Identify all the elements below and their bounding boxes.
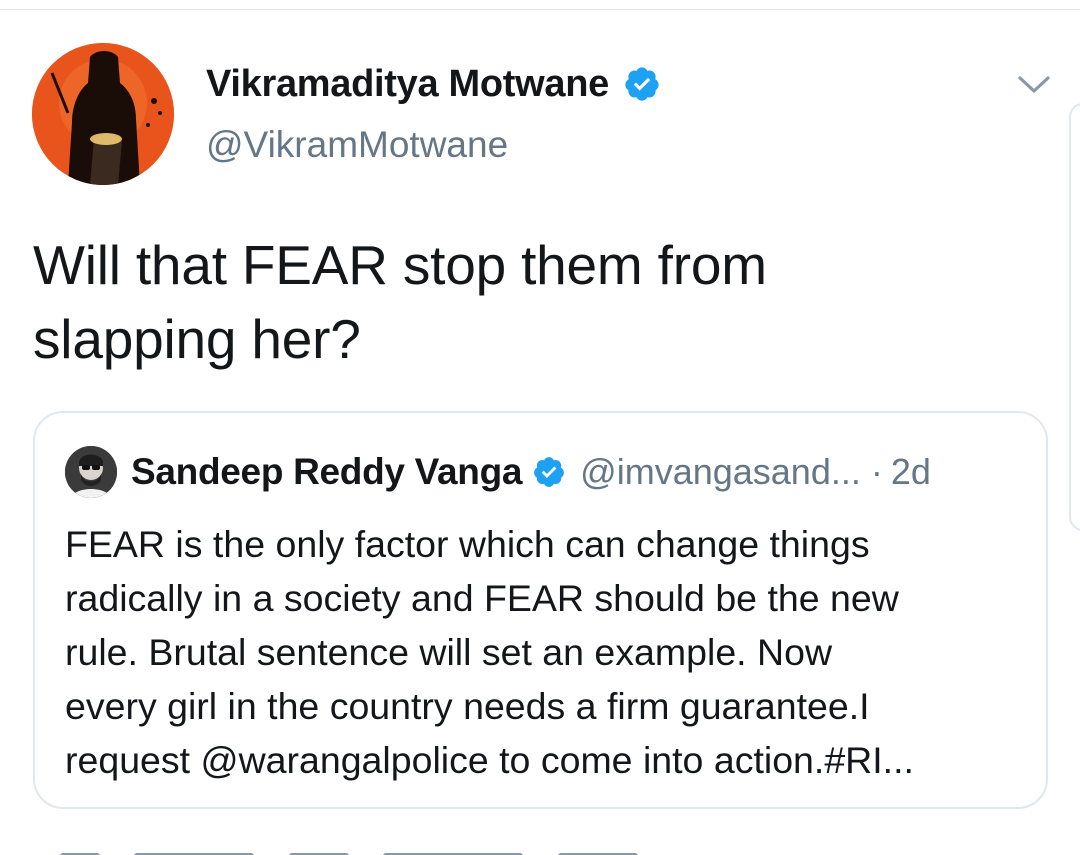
chevron-down-icon[interactable] (1014, 66, 1054, 102)
avatar-silhouette-icon (32, 43, 174, 185)
quoted-timestamp[interactable]: 2d (891, 451, 931, 493)
divider (0, 9, 1080, 10)
author-name-row: Vikramaditya Motwane (206, 58, 661, 110)
quoted-author-name[interactable]: Sandeep Reddy Vanga (131, 451, 522, 493)
adjacent-card-edge (1069, 103, 1080, 531)
quoted-text-line: request @warangalpolice to come into act… (65, 739, 914, 781)
quoted-avatar-portrait-icon (65, 446, 117, 498)
tweet-author: Vikramaditya Motwane @VikramMotwane (206, 58, 661, 166)
quoted-text-line: FEAR is the only factor which can change… (65, 523, 870, 565)
tweet-page: Vikramaditya Motwane @VikramMotwane Will… (0, 0, 1080, 855)
avatar[interactable] (32, 43, 174, 185)
cropped-next-line (60, 846, 760, 855)
author-name[interactable]: Vikramaditya Motwane (206, 63, 609, 106)
quoted-text-line: radically in a society and FEAR should b… (65, 577, 899, 619)
author-handle[interactable]: @VikramMotwane (206, 124, 661, 166)
verified-badge-icon (532, 455, 566, 489)
tweet-text: Will that FEAR stop them from slapping h… (33, 228, 1033, 376)
quoted-text-line: every girl in the country needs a firm g… (65, 685, 870, 727)
separator-dot: · (870, 451, 883, 492)
quoted-text-line: rule. Brutal sentence will set an exampl… (65, 631, 833, 673)
quoted-tweet-card[interactable]: Sandeep Reddy Vanga @imvangasand... · 2d… (33, 411, 1048, 809)
tweet-text-line: slapping her? (33, 308, 361, 370)
quoted-header: Sandeep Reddy Vanga @imvangasand... · 2d (131, 445, 931, 499)
quoted-text: FEAR is the only factor which can change… (65, 517, 1035, 787)
verified-badge-icon (623, 65, 661, 103)
tweet-text-line: Will that FEAR stop them from (33, 234, 767, 296)
quoted-author-handle[interactable]: @imvangasand... (580, 451, 861, 493)
quoted-avatar[interactable] (65, 446, 117, 498)
